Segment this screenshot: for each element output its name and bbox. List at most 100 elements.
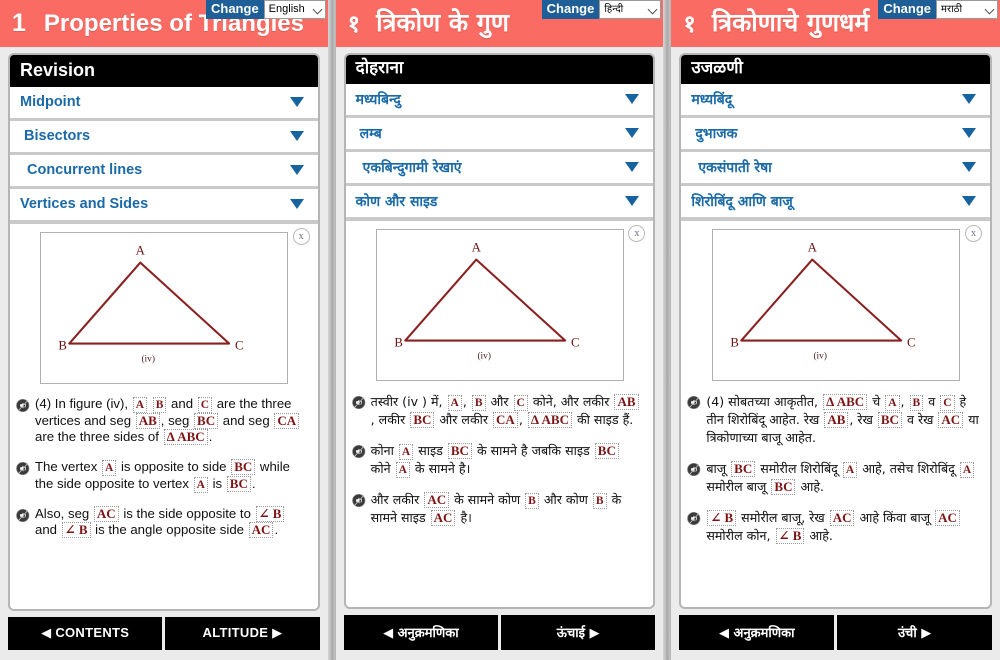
svg-text:C: C xyxy=(235,338,244,352)
chevron-down-icon xyxy=(984,4,995,15)
prev-button[interactable]: ◀ अनुक्रमणिका xyxy=(679,615,835,650)
math-term: B xyxy=(909,394,924,411)
chevron-down-icon[interactable] xyxy=(625,196,640,207)
chevron-down-icon[interactable] xyxy=(289,199,304,210)
chevron-down-icon[interactable] xyxy=(625,162,640,173)
accordion-item-3[interactable]: कोण और साइड xyxy=(345,185,654,217)
panel-scrollbar-1[interactable] xyxy=(663,0,672,660)
accordion-list: Midpoint Bisectors Concurrent lines Vertice… xyxy=(10,86,318,224)
math-term: A xyxy=(193,476,208,493)
language-select[interactable]: English xyxy=(263,0,326,19)
panel-body: दोहराना मध्यबिन्दु लम्ब एकबिन्दुगामी रेखाएं… xyxy=(335,47,664,609)
bottom-navigation: ◀ CONTENTS ALTITUDE ▶ xyxy=(0,611,328,660)
speaker-icon[interactable] xyxy=(687,395,702,410)
language-select[interactable]: मराठी xyxy=(936,0,998,19)
language-select[interactable]: हिन्दी xyxy=(599,0,662,19)
accordion-item-1[interactable]: लम्ब xyxy=(345,117,654,149)
math-term: ∠ B xyxy=(707,509,737,526)
chevron-down-icon[interactable] xyxy=(289,97,304,108)
accordion-item-1[interactable]: दुभाजक xyxy=(681,117,990,149)
speaker-icon[interactable] xyxy=(16,398,31,413)
scrollbar-thumb[interactable] xyxy=(328,0,335,660)
svg-text:(iv): (iv) xyxy=(813,350,827,361)
chevron-down-icon[interactable] xyxy=(289,131,304,142)
panel-header: १ त्रिकोण के गुण Change हिन्दी xyxy=(335,0,664,47)
chevron-down-icon[interactable] xyxy=(625,94,640,105)
speaker-icon[interactable] xyxy=(16,461,31,476)
scrollbar-thumb[interactable] xyxy=(664,0,671,660)
chevron-down-icon[interactable] xyxy=(962,162,976,173)
speaker-icon[interactable] xyxy=(351,444,367,459)
close-icon[interactable]: x xyxy=(292,227,310,245)
explanation-paragraph: (4) सोबतच्या आकृतीत, Δ ABC चे A, B व C ह… xyxy=(687,393,980,447)
speaker-icon[interactable] xyxy=(687,462,702,477)
math-term: B xyxy=(592,492,607,509)
close-icon[interactable]: x xyxy=(965,224,982,242)
explanation-paragraph: (4) In figure (iv), A B and C are the th… xyxy=(16,396,308,446)
math-term: BC xyxy=(877,411,902,428)
page-title: त्रिकोण के गुण xyxy=(376,8,509,38)
accordion-item-2[interactable]: एकबिन्दुगामी रेखाएं xyxy=(345,151,654,183)
svg-text:B: B xyxy=(730,335,739,349)
change-language-button[interactable]: Change xyxy=(206,0,264,19)
accordion-item-2[interactable]: Concurrent lines xyxy=(10,154,318,186)
panel-body: Revision Midpoint Bisectors Concurrent line… xyxy=(0,47,328,611)
accordion-item-2[interactable]: एकसंपाती रेषा xyxy=(681,151,990,183)
chevron-down-icon xyxy=(647,4,658,15)
math-term: Δ ABC xyxy=(823,393,868,410)
accordion-item-0[interactable]: Midpoint xyxy=(10,86,318,118)
accordion-item-label: एकबिन्दुगामी रेखाएं xyxy=(362,159,462,176)
panel-header: १ त्रिकोणाचे गुणधर्म Change मराठी xyxy=(671,0,1000,47)
language-select-value: English xyxy=(268,3,305,15)
change-language-button[interactable]: Change xyxy=(878,0,936,19)
next-button[interactable]: ऊंचाई ▶ xyxy=(501,615,656,650)
speaker-icon[interactable] xyxy=(16,508,31,523)
close-icon[interactable]: x xyxy=(628,224,646,242)
accordion-item-label: दुभाजक xyxy=(695,125,738,142)
svg-text:B: B xyxy=(58,338,67,352)
chevron-down-icon[interactable] xyxy=(962,128,976,139)
accordion-item-0[interactable]: मध्यबिंदू xyxy=(681,83,990,115)
speaker-icon[interactable] xyxy=(351,493,367,508)
math-term: AB xyxy=(614,393,639,410)
svg-text:A: A xyxy=(807,240,817,254)
figure-box: A B C (iv) xyxy=(375,228,624,381)
next-button[interactable]: ALTITUDE ▶ xyxy=(165,617,320,650)
accordion-item-0[interactable]: मध्यबिन्दु xyxy=(345,83,654,115)
chevron-down-icon[interactable] xyxy=(962,94,976,105)
chevron-down-icon[interactable] xyxy=(625,128,640,139)
math-term: A xyxy=(447,394,462,411)
math-term: AB xyxy=(135,412,160,429)
accordion-item-3[interactable]: Vertices and Sides xyxy=(10,188,318,220)
accordion-item-label: एकसंपाती रेषा xyxy=(698,159,772,176)
math-term: BC xyxy=(594,442,619,459)
speaker-icon[interactable] xyxy=(351,395,367,410)
accordion-item-1[interactable]: Bisectors xyxy=(10,120,318,152)
paragraph-text: और लकीर AC के सामने कोण B और कोण B के सा… xyxy=(370,491,622,526)
chevron-down-icon[interactable] xyxy=(962,196,976,207)
math-term: AC xyxy=(829,509,855,526)
language-panel-mr: १ त्रिकोणाचे गुणधर्म Change मराठी उजळणी मध्यब… xyxy=(671,0,1000,660)
math-term: AB xyxy=(824,411,849,428)
math-term: AC xyxy=(938,411,964,428)
math-term: BC xyxy=(410,411,435,428)
figure-area: A B C (iv) x xyxy=(345,220,654,387)
page-title: त्रिकोणाचे गुणधर्म xyxy=(711,8,870,38)
panel-scrollbar-0[interactable] xyxy=(327,0,336,660)
prev-button[interactable]: ◀ CONTENTS xyxy=(8,617,163,650)
accordion-list: मध्यबिंदू दुभाजक एकसंपाती रेषा शिरोबिंदू आण… xyxy=(681,83,990,221)
next-button[interactable]: उंची ▶ xyxy=(837,615,992,650)
accordion-item-3[interactable]: शिरोबिंदू आणि बाजू xyxy=(681,185,990,217)
paragraph-text: The vertex A is opposite to side BC whil… xyxy=(35,458,290,493)
explanation-paragraph: The vertex A is opposite to side BC whil… xyxy=(16,458,308,493)
prev-button[interactable]: ◀ अनुक्रमणिका xyxy=(343,615,498,650)
chevron-down-icon[interactable] xyxy=(289,165,304,176)
svg-text:B: B xyxy=(394,335,403,349)
figure-box: A B C (iv) xyxy=(711,228,960,381)
lesson-card: Revision Midpoint Bisectors Concurrent line… xyxy=(8,53,320,611)
speaker-icon[interactable] xyxy=(687,511,702,526)
language-switcher: Change हिन्दी xyxy=(541,0,662,19)
accordion-item-label: मध्यबिंदू xyxy=(691,91,733,108)
math-term: B xyxy=(471,394,486,411)
change-language-button[interactable]: Change xyxy=(541,0,600,19)
